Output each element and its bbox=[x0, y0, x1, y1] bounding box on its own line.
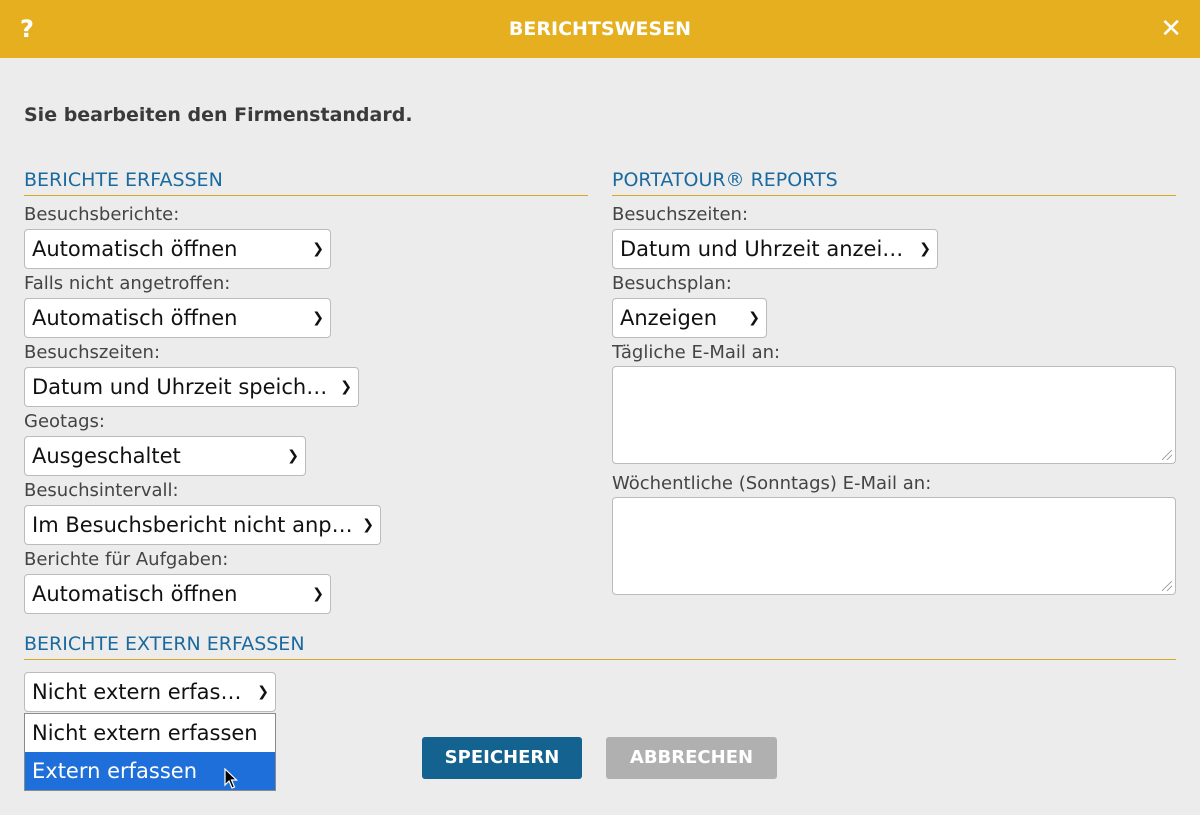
task-reports-label: Berichte für Aufgaben: bbox=[24, 549, 229, 570]
visit-interval-select[interactable]: Im Besuchsbericht nicht anpassen ❯ bbox=[24, 505, 381, 545]
visit-interval-label: Besuchsintervall: bbox=[24, 480, 179, 501]
chevron-down-icon: ❯ bbox=[312, 310, 324, 326]
task-reports-value: Automatisch öffnen bbox=[32, 582, 238, 606]
dialog-title: BERICHTSWESEN bbox=[508, 18, 692, 40]
help-icon[interactable]: ? bbox=[20, 0, 34, 58]
external-capture-select[interactable]: Nicht extern erfassen ❯ bbox=[24, 672, 276, 712]
visit-reports-label: Besuchsberichte: bbox=[24, 204, 180, 225]
chevron-down-icon: ❯ bbox=[748, 310, 760, 326]
not-met-label: Falls nicht angetroffen: bbox=[24, 273, 231, 294]
chevron-down-icon: ❯ bbox=[919, 241, 931, 257]
chevron-down-icon: ❯ bbox=[312, 586, 324, 602]
external-capture-value: Nicht extern erfassen bbox=[32, 680, 249, 704]
cancel-button[interactable]: ABBRECHEN bbox=[606, 737, 777, 779]
close-icon[interactable]: ✕ bbox=[1160, 0, 1182, 58]
geotags-label: Geotags: bbox=[24, 411, 105, 432]
chevron-down-icon: ❯ bbox=[340, 379, 352, 395]
resize-grip-icon[interactable] bbox=[1162, 581, 1172, 591]
report-visit-times-select[interactable]: Datum und Uhrzeit anzeigen ❯ bbox=[612, 229, 938, 269]
section-heading-capture-reports: BERICHTE ERFASSEN bbox=[24, 169, 588, 196]
option-not-external[interactable]: Nicht extern erfassen bbox=[25, 714, 275, 752]
chevron-down-icon: ❯ bbox=[362, 517, 374, 533]
section-heading-portatour-reports: PORTATOUR® REPORTS bbox=[612, 169, 1176, 196]
external-capture-options: Nicht extern erfassen Extern erfassen bbox=[24, 713, 276, 791]
dialog-titlebar: BERICHTSWESEN ? ✕ bbox=[0, 0, 1200, 58]
task-reports-select[interactable]: Automatisch öffnen ❯ bbox=[24, 574, 331, 614]
chevron-down-icon: ❯ bbox=[287, 448, 299, 464]
resize-grip-icon[interactable] bbox=[1162, 450, 1172, 460]
section-heading-external-reports: BERICHTE EXTERN ERFASSEN bbox=[24, 633, 1176, 660]
not-met-value: Automatisch öffnen bbox=[32, 306, 238, 330]
report-visit-times-label: Besuchszeiten: bbox=[612, 204, 749, 225]
weekly-email-textarea[interactable] bbox=[612, 497, 1176, 595]
weekly-email-label: Wöchentliche (Sonntags) E-Mail an: bbox=[612, 473, 932, 494]
visit-times-value: Datum und Uhrzeit speichern bbox=[32, 375, 332, 399]
report-visit-times-value: Datum und Uhrzeit anzeigen bbox=[620, 237, 911, 261]
geotags-value: Ausgeschaltet bbox=[32, 444, 181, 468]
save-button[interactable]: SPEICHERN bbox=[422, 737, 582, 779]
mouse-cursor-icon bbox=[224, 768, 238, 789]
not-met-select[interactable]: Automatisch öffnen ❯ bbox=[24, 298, 331, 338]
visit-reports-value: Automatisch öffnen bbox=[32, 237, 238, 261]
visit-plan-select[interactable]: Anzeigen ❯ bbox=[612, 298, 767, 338]
daily-email-label: Tägliche E-Mail an: bbox=[612, 342, 781, 363]
visit-plan-value: Anzeigen bbox=[620, 306, 718, 330]
visit-interval-value: Im Besuchsbericht nicht anpassen bbox=[32, 513, 354, 537]
visit-times-label: Besuchszeiten: bbox=[24, 342, 161, 363]
company-standard-notice: Sie bearbeiten den Firmenstandard. bbox=[24, 104, 413, 126]
visit-plan-label: Besuchsplan: bbox=[612, 273, 732, 294]
chevron-down-icon: ❯ bbox=[312, 241, 324, 257]
daily-email-textarea[interactable] bbox=[612, 366, 1176, 464]
visit-times-select[interactable]: Datum und Uhrzeit speichern ❯ bbox=[24, 367, 359, 407]
chevron-down-icon: ❯ bbox=[257, 684, 269, 700]
visit-reports-select[interactable]: Automatisch öffnen ❯ bbox=[24, 229, 331, 269]
geotags-select[interactable]: Ausgeschaltet ❯ bbox=[24, 436, 306, 476]
